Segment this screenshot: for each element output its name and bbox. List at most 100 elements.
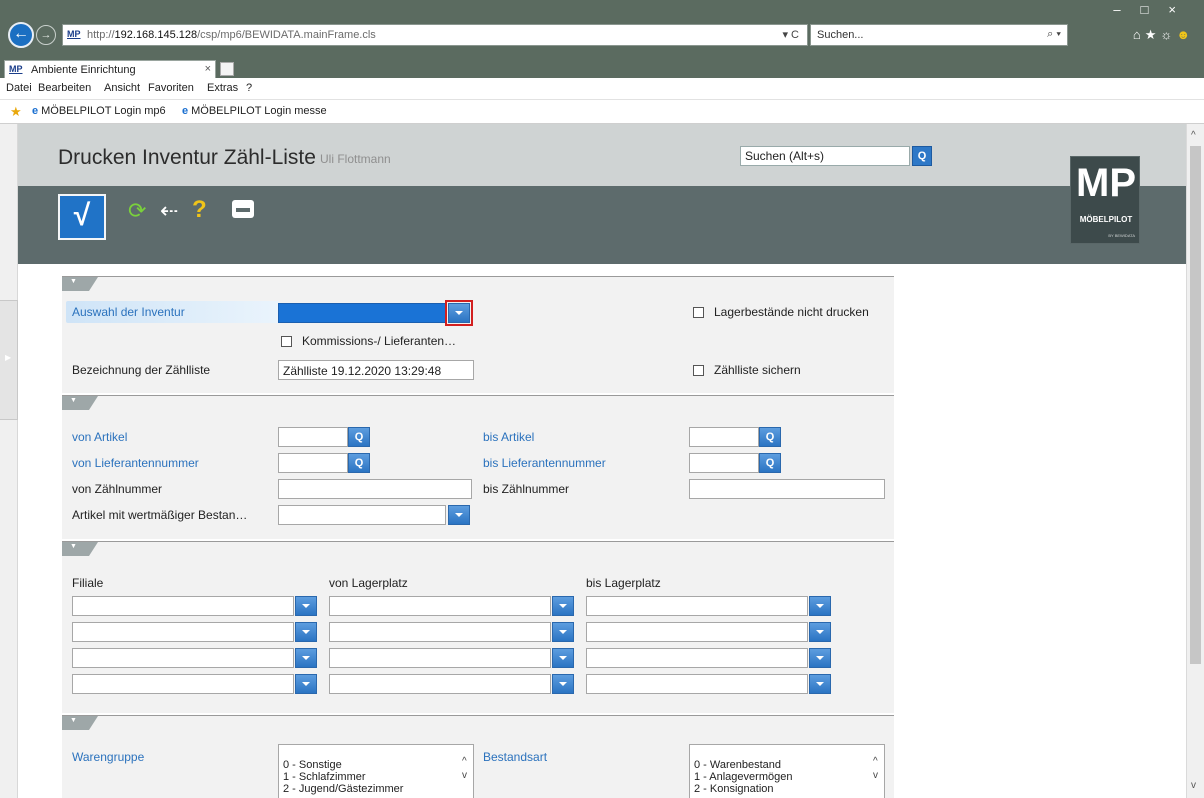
new-tab-button[interactable] [220, 62, 234, 76]
page-scrollbar[interactable]: ^ v [1186, 124, 1204, 798]
von-lagerplatz-select-4[interactable] [329, 674, 551, 694]
menu-extras[interactable]: Extras [207, 82, 238, 94]
filiale-select-2[interactable] [72, 622, 294, 642]
filiale-select-3[interactable] [72, 648, 294, 668]
wertmaessig-label: Artikel mit wertmäßiger Bestan… [72, 508, 248, 522]
bis-lagerplatz-dropdown-4[interactable] [809, 674, 831, 694]
back-arrow-icon[interactable]: ⇠ [160, 198, 178, 224]
list-item[interactable]: 2 - Konsignation [694, 783, 880, 795]
von-lieferant-label[interactable]: von Lieferantennummer [72, 456, 199, 470]
kommission-checkbox[interactable] [281, 336, 292, 347]
list-item[interactable]: 2 - Jugend/Gästezimmer [283, 783, 469, 795]
confirm-checkmark-button[interactable]: √ [58, 194, 106, 240]
von-artikel-search-button[interactable]: Q [348, 427, 370, 447]
kommission-label: Kommissions-/ Lieferanten… [302, 334, 457, 348]
bis-lagerplatz-label: bis Lagerplatz [586, 576, 661, 590]
bis-lieferant-input[interactable] [689, 453, 759, 473]
favorite-link-mp6[interactable]: e MÖBELPILOT Login mp6 [32, 105, 166, 117]
wertmaessig-select[interactable] [278, 505, 446, 525]
forward-arrow-icon[interactable]: → [36, 25, 56, 45]
search-icon[interactable]: ⌕ ▾ [1047, 28, 1061, 41]
bis-artikel-label[interactable]: bis Artikel [483, 430, 534, 444]
refresh-icon[interactable]: ▾ C [782, 28, 799, 41]
bis-lagerplatz-dropdown-3[interactable] [809, 648, 831, 668]
filiale-select-1[interactable] [72, 596, 294, 616]
warengruppe-listbox[interactable]: 0 - Sonstige 1 - Schlafzimmer 2 - Jugend… [278, 744, 474, 798]
scroll-up-icon[interactable]: ^ [1191, 130, 1196, 141]
app-search-input[interactable]: Suchen (Alt+s) [740, 146, 910, 166]
list-item[interactable]: 0 - Warenbestand [694, 759, 880, 771]
list-item[interactable]: 0 - Sonstige [283, 759, 469, 771]
von-lagerplatz-dropdown-3[interactable] [552, 648, 574, 668]
listbox-scroll-arrows-icon[interactable]: ^ v [873, 755, 878, 783]
list-item[interactable]: 1 - Anlagevermögen [694, 771, 880, 783]
lager-nicht-drucken-checkbox[interactable] [693, 307, 704, 318]
auswahl-dropdown-button[interactable] [445, 300, 473, 326]
menu-bar: Datei Bearbeiten Ansicht Favoriten Extra… [0, 78, 1204, 100]
refresh-icon[interactable]: ⟳ [128, 198, 146, 224]
filiale-dropdown-1[interactable] [295, 596, 317, 616]
app-search-button[interactable]: Q [912, 146, 932, 166]
printer-icon[interactable] [232, 200, 254, 218]
auswahl-label: Auswahl der Inventur [72, 305, 185, 319]
bis-zaehlnummer-input[interactable] [689, 479, 885, 499]
bezeichnung-input[interactable]: Zählliste 19.12.2020 13:29:48 [278, 360, 474, 380]
von-artikel-label[interactable]: von Artikel [72, 430, 127, 444]
favorite-link-messe[interactable]: e MÖBELPILOT Login messe [182, 105, 327, 117]
back-arrow-icon[interactable]: ← [8, 22, 34, 48]
auswahl-inventur-select[interactable] [278, 303, 446, 323]
filiale-dropdown-3[interactable] [295, 648, 317, 668]
bis-lagerplatz-select-2[interactable] [586, 622, 808, 642]
favorites-star-icon[interactable]: ★ [10, 104, 22, 120]
help-icon[interactable]: ? [192, 196, 207, 224]
section-collapse-toggle[interactable]: ▼ [62, 396, 98, 410]
bis-lagerplatz-select-4[interactable] [586, 674, 808, 694]
von-lieferant-search-button[interactable]: Q [348, 453, 370, 473]
von-artikel-input[interactable] [278, 427, 348, 447]
close-tab-icon[interactable]: × [205, 63, 211, 75]
address-bar[interactable]: MP http://192.168.145.128/csp/mp6/BEWIDA… [62, 24, 808, 46]
section-artikel: ▼ von Artikel Q bis Artikel Q von Liefer… [62, 395, 894, 539]
wertmaessig-dropdown-button[interactable] [448, 505, 470, 525]
von-lagerplatz-select-2[interactable] [329, 622, 551, 642]
von-lagerplatz-select-3[interactable] [329, 648, 551, 668]
zaehlliste-sichern-checkbox[interactable] [693, 365, 704, 376]
menu-help[interactable]: ? [246, 82, 252, 94]
von-lieferant-input[interactable] [278, 453, 348, 473]
scroll-down-icon[interactable]: v [1191, 780, 1196, 791]
menu-ansicht[interactable]: Ansicht [104, 82, 140, 94]
bis-lieferant-search-button[interactable]: Q [759, 453, 781, 473]
von-zaehlnummer-input[interactable] [278, 479, 472, 499]
bis-lagerplatz-select-3[interactable] [586, 648, 808, 668]
listbox-scroll-arrows-icon[interactable]: ^ v [462, 755, 467, 783]
browser-toolbar-icons[interactable]: ⌂★☼☻ [1133, 27, 1194, 43]
bestandsart-label[interactable]: Bestandsart [483, 750, 547, 764]
von-lagerplatz-dropdown-4[interactable] [552, 674, 574, 694]
bis-lagerplatz-dropdown-2[interactable] [809, 622, 831, 642]
bis-lagerplatz-dropdown-1[interactable] [809, 596, 831, 616]
bestandsart-listbox[interactable]: 0 - Warenbestand 1 - Anlagevermögen 2 - … [689, 744, 885, 798]
menu-favoriten[interactable]: Favoriten [148, 82, 194, 94]
warengruppe-label[interactable]: Warengruppe [72, 750, 144, 764]
bis-lieferant-label[interactable]: bis Lieferantennummer [483, 456, 606, 470]
list-item[interactable]: 1 - Schlafzimmer [283, 771, 469, 783]
von-lagerplatz-select-1[interactable] [329, 596, 551, 616]
section-collapse-toggle[interactable]: ▼ [62, 277, 98, 291]
filiale-select-4[interactable] [72, 674, 294, 694]
filiale-dropdown-4[interactable] [295, 674, 317, 694]
filiale-dropdown-2[interactable] [295, 622, 317, 642]
scrollbar-thumb[interactable] [1190, 146, 1201, 664]
browser-tab[interactable]: MP Ambiente Einrichtung × [4, 60, 216, 78]
bis-artikel-search-button[interactable]: Q [759, 427, 781, 447]
bis-artikel-input[interactable] [689, 427, 759, 447]
window-controls[interactable]: –□× [1113, 2, 1196, 17]
section-collapse-toggle[interactable]: ▼ [62, 716, 98, 730]
von-lagerplatz-dropdown-2[interactable] [552, 622, 574, 642]
menu-datei[interactable]: Datei [6, 82, 32, 94]
menu-bearbeiten[interactable]: Bearbeiten [38, 82, 91, 94]
section-collapse-toggle[interactable]: ▼ [62, 542, 98, 556]
browser-search-input[interactable]: Suchen... ⌕ ▾ [810, 24, 1068, 46]
bis-lagerplatz-select-1[interactable] [586, 596, 808, 616]
sidebar-toggle[interactable]: ▶ [0, 300, 18, 420]
von-lagerplatz-dropdown-1[interactable] [552, 596, 574, 616]
